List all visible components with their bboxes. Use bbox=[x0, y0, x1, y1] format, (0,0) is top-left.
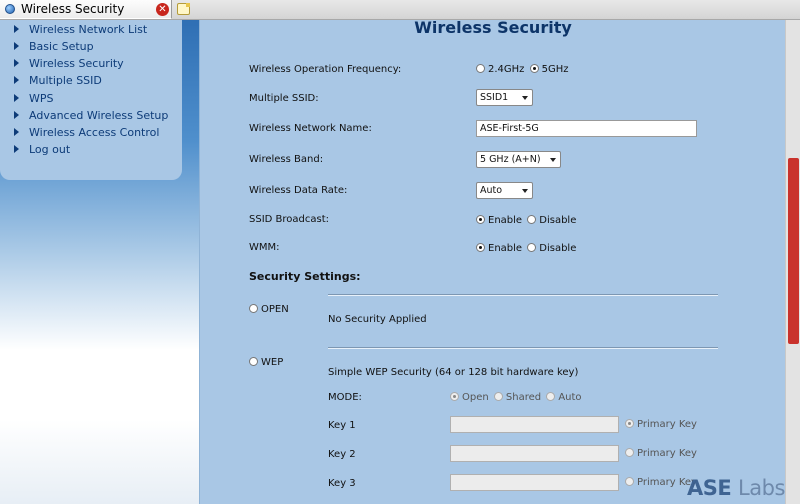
key3-input[interactable] bbox=[450, 474, 619, 491]
wep-mode-open-radio[interactable] bbox=[450, 392, 459, 401]
security-settings-title: Security Settings: bbox=[249, 270, 361, 283]
key1-primary-radio[interactable] bbox=[625, 419, 634, 428]
divider bbox=[328, 347, 718, 349]
sidebar-item-wireless-security[interactable]: Wireless Security bbox=[14, 57, 124, 71]
sidebar-item-advanced-wireless-setup[interactable]: Advanced Wireless Setup bbox=[14, 109, 168, 123]
freq-label: Wireless Operation Frequency: bbox=[249, 64, 402, 75]
security-open-option: OPEN bbox=[249, 304, 291, 316]
wmm-disable-radio[interactable] bbox=[527, 243, 537, 252]
arrow-right-icon bbox=[14, 25, 19, 33]
key3-label: Key 3 bbox=[328, 478, 356, 489]
arrow-right-icon bbox=[14, 59, 19, 67]
arrow-right-icon bbox=[14, 42, 19, 50]
arrow-right-icon bbox=[14, 128, 19, 136]
arrow-right-icon bbox=[14, 111, 19, 119]
scrollbar-thumb[interactable] bbox=[788, 158, 799, 344]
security-open-radio[interactable] bbox=[249, 304, 258, 313]
sidebar-item-wireless-access-control[interactable]: Wireless Access Control bbox=[14, 126, 159, 140]
sidebar-item-multiple-ssid[interactable]: Multiple SSID bbox=[14, 74, 102, 88]
key2-input[interactable] bbox=[450, 445, 619, 462]
vertical-scrollbar[interactable] bbox=[785, 20, 800, 504]
main-content: Wireless Security Wireless Operation Fre… bbox=[199, 18, 785, 504]
mssid-select[interactable]: SSID1 bbox=[476, 89, 533, 106]
freq-radio-2-4ghz[interactable] bbox=[476, 64, 485, 73]
ase-labs-watermark: ASE Labs bbox=[687, 476, 785, 500]
ssid-broadcast-disable-radio[interactable] bbox=[527, 215, 537, 224]
ssid-broadcast-label: SSID Broadcast: bbox=[249, 214, 329, 225]
open-description: No Security Applied bbox=[328, 314, 427, 325]
rate-select[interactable]: Auto bbox=[476, 182, 533, 199]
key1-primary-option: Primary Key bbox=[625, 419, 699, 431]
arrow-right-icon bbox=[14, 76, 19, 84]
wep-mode-radio-group: Open Shared Auto bbox=[450, 392, 584, 404]
arrow-right-icon bbox=[14, 145, 19, 153]
freq-radio-5ghz[interactable] bbox=[529, 64, 539, 73]
chevron-down-icon bbox=[522, 189, 528, 193]
wep-mode-shared-radio[interactable] bbox=[493, 392, 503, 401]
browser-tab[interactable]: Wireless Security ✕ bbox=[0, 0, 172, 19]
name-label: Wireless Network Name: bbox=[249, 123, 372, 134]
ssid-broadcast-enable-radio[interactable] bbox=[476, 215, 485, 224]
new-tab-icon[interactable] bbox=[177, 3, 190, 15]
key2-label: Key 2 bbox=[328, 449, 356, 460]
band-select[interactable]: 5 GHz (A+N) bbox=[476, 151, 561, 168]
chevron-down-icon bbox=[522, 96, 528, 100]
sidebar-item-wps[interactable]: WPS bbox=[14, 92, 54, 106]
key2-primary-option: Primary Key bbox=[625, 448, 699, 460]
mssid-label: Multiple SSID: bbox=[249, 93, 319, 104]
sidebar-item-wireless-network-list[interactable]: Wireless Network List bbox=[14, 23, 147, 37]
key1-input[interactable] bbox=[450, 416, 619, 433]
wmm-label: WMM: bbox=[249, 242, 280, 253]
key1-label: Key 1 bbox=[328, 420, 356, 431]
globe-icon bbox=[5, 4, 15, 14]
security-wep-option: WEP bbox=[249, 357, 285, 369]
wmm-radio-group: Enable Disable bbox=[476, 243, 578, 255]
network-name-input[interactable]: ASE-First-5G bbox=[476, 120, 697, 137]
security-wep-radio[interactable] bbox=[249, 357, 258, 366]
wep-mode-auto-radio[interactable] bbox=[546, 392, 556, 401]
wmm-enable-radio[interactable] bbox=[476, 243, 485, 252]
key2-primary-radio[interactable] bbox=[625, 448, 634, 457]
sidebar-nav: Wireless Network List Basic Setup Wirele… bbox=[0, 20, 182, 180]
rate-label: Wireless Data Rate: bbox=[249, 185, 348, 196]
close-icon[interactable]: ✕ bbox=[156, 3, 169, 16]
band-label: Wireless Band: bbox=[249, 154, 324, 165]
divider bbox=[328, 294, 718, 296]
tab-title: Wireless Security bbox=[21, 2, 125, 16]
sidebar-item-basic-setup[interactable]: Basic Setup bbox=[14, 40, 94, 54]
wep-mode-label: MODE: bbox=[328, 392, 362, 403]
ssid-broadcast-radio-group: Enable Disable bbox=[476, 215, 578, 227]
arrow-right-icon bbox=[14, 94, 19, 102]
key3-primary-radio[interactable] bbox=[625, 477, 634, 486]
wep-description: Simple WEP Security (64 or 128 bit hardw… bbox=[328, 367, 579, 378]
chevron-down-icon bbox=[550, 158, 556, 162]
freq-radio-group: 2.4GHz 5GHz bbox=[476, 64, 571, 76]
page-title: Wireless Security bbox=[414, 18, 572, 37]
browser-tab-bar: Wireless Security ✕ bbox=[0, 0, 800, 20]
sidebar-item-log-out[interactable]: Log out bbox=[14, 143, 70, 157]
